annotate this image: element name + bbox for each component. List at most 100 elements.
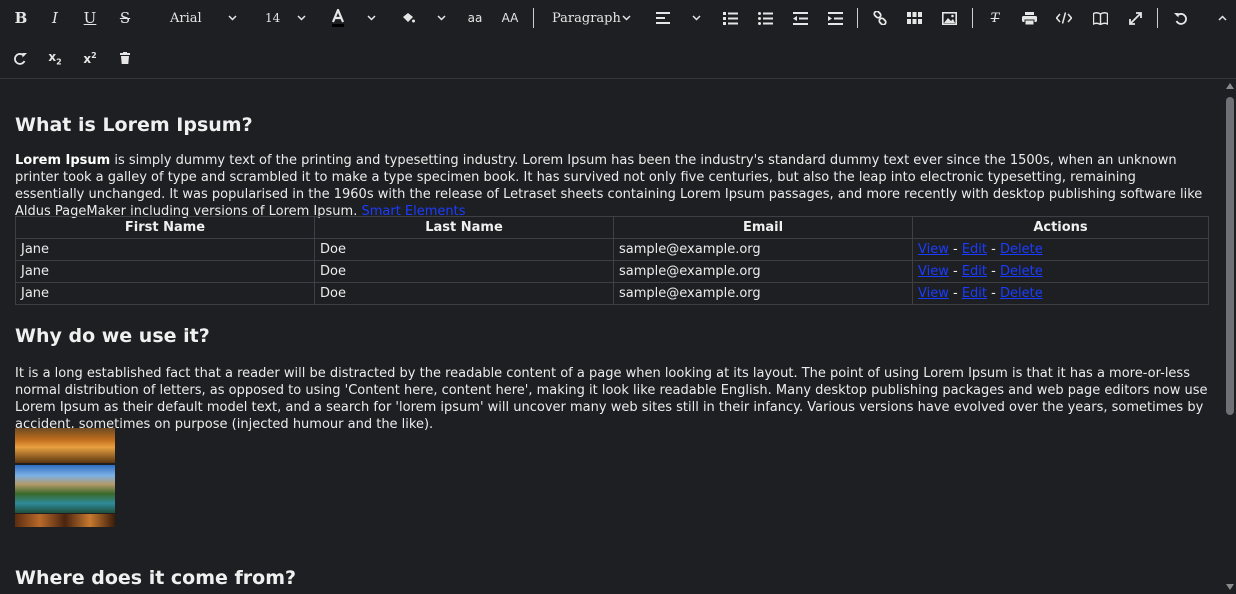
table-header-row: First Name Last Name Email Actions — [15, 216, 1209, 239]
cell-first-name: Jane — [15, 260, 315, 283]
bulleted-list-icon — [757, 11, 773, 25]
chevron-down-icon — [228, 15, 237, 21]
font-size-value: 14 — [265, 11, 281, 25]
chevron-down-icon — [367, 15, 376, 21]
bold-lorem-ipsum: Lorem Ipsum — [15, 153, 111, 168]
chevron-up-icon — [1217, 15, 1227, 21]
expand-icon — [1128, 11, 1142, 25]
table-icon — [906, 12, 922, 24]
view-link[interactable]: View — [918, 242, 949, 257]
lowercase-label: aa — [467, 11, 483, 25]
chevron-down-icon — [622, 15, 631, 21]
action-separator: - — [948, 264, 962, 279]
toolbar-divider — [857, 8, 858, 28]
uppercase-label: AA — [501, 11, 519, 25]
subscript-icon: x2 — [48, 49, 62, 67]
block-format-select[interactable]: Paragraph — [544, 6, 636, 30]
cell-email: sample@example.org — [613, 282, 913, 305]
scroll-down-arrow-icon[interactable] — [1226, 584, 1234, 590]
delete-link[interactable]: Delete — [1000, 286, 1043, 301]
cell-actions: View - Edit - Delete — [912, 282, 1209, 305]
block-format-value: Paragraph — [552, 10, 621, 26]
heading-why-use-it: Why do we use it? — [15, 325, 210, 347]
underline-button[interactable]: U — [81, 6, 99, 30]
font-family-value: Arial — [170, 10, 202, 26]
book-icon — [1092, 11, 1108, 25]
superscript-icon: x2 — [83, 50, 97, 66]
font-color-icon — [331, 9, 345, 27]
view-link[interactable]: View — [918, 286, 949, 301]
chevron-down-icon — [437, 15, 446, 21]
delete-link[interactable]: Delete — [1000, 264, 1043, 279]
vertical-scrollbar[interactable] — [1224, 79, 1236, 594]
edit-link[interactable]: Edit — [962, 264, 987, 279]
action-separator: - — [987, 242, 1000, 257]
toolbar-divider — [972, 8, 973, 28]
source-code-button[interactable] — [1056, 6, 1072, 30]
code-icon — [1056, 12, 1072, 24]
cell-last-name: Doe — [314, 282, 614, 305]
toolbar-row-1: B I U S Arial 14 aa AA Paragraph T — [0, 0, 1236, 36]
table-button[interactable] — [906, 6, 922, 30]
align-button[interactable] — [656, 6, 702, 30]
font-family-select[interactable]: Arial — [160, 6, 250, 30]
cell-first-name: Jane — [15, 238, 315, 261]
subscript-button[interactable]: x2 — [47, 46, 63, 70]
view-link[interactable]: View — [918, 264, 949, 279]
cell-email: sample@example.org — [613, 238, 913, 261]
edit-link[interactable]: Edit — [962, 242, 987, 257]
toolbar-divider — [1157, 8, 1158, 28]
collapse-toolbar-button[interactable] — [1215, 6, 1229, 30]
autumn-forest-image[interactable] — [15, 428, 115, 463]
column-header-email: Email — [613, 216, 913, 239]
strikethrough-button[interactable]: S — [116, 6, 134, 30]
print-button[interactable] — [1021, 6, 1037, 30]
paragraph-intro: Lorem Ipsum is simply dummy text of the … — [15, 152, 1209, 220]
bold-button[interactable]: B — [13, 6, 29, 30]
toolbar-row-2: x2 x2 — [0, 40, 1236, 76]
background-color-button[interactable] — [401, 6, 451, 30]
heading-where-from: Where does it come from? — [15, 567, 297, 589]
scroll-up-arrow-icon[interactable] — [1226, 83, 1234, 89]
bold-icon: B — [14, 9, 28, 27]
image-icon — [941, 11, 957, 25]
ordered-list-button[interactable] — [722, 6, 738, 30]
outdent-button[interactable] — [792, 6, 808, 30]
table-row: Jane Doe sample@example.org View - Edit … — [15, 238, 1209, 261]
table-row: Jane Doe sample@example.org View - Edit … — [15, 260, 1209, 283]
edit-link[interactable]: Edit — [962, 286, 987, 301]
ordered-list-icon — [722, 11, 738, 25]
editor-toolbar: B I U S Arial 14 aa AA Paragraph T x2 x2 — [0, 0, 1236, 79]
link-icon — [873, 11, 887, 25]
preview-button[interactable] — [1092, 6, 1108, 30]
uppercase-button[interactable]: AA — [497, 6, 523, 30]
superscript-button[interactable]: x2 — [82, 46, 98, 70]
action-separator: - — [987, 264, 1000, 279]
redo-button[interactable] — [12, 46, 28, 70]
underline-icon: U — [83, 9, 97, 27]
scrollbar-thumb[interactable] — [1226, 97, 1234, 415]
fullscreen-button[interactable] — [1127, 6, 1143, 30]
unordered-list-button[interactable] — [757, 6, 773, 30]
undo-button[interactable] — [1172, 6, 1188, 30]
erase-all-button[interactable] — [118, 46, 132, 70]
table-row: Jane Doe sample@example.org View - Edit … — [15, 282, 1209, 305]
cell-actions: View - Edit - Delete — [912, 238, 1209, 261]
font-size-select[interactable]: 14 — [262, 6, 310, 30]
indent-button[interactable] — [827, 6, 843, 30]
link-button[interactable] — [872, 6, 888, 30]
font-color-button[interactable] — [331, 6, 383, 30]
column-header-first-name: First Name — [15, 216, 315, 239]
action-separator: - — [948, 242, 962, 257]
delete-link[interactable]: Delete — [1000, 242, 1043, 257]
autumn-strip-image[interactable] — [15, 514, 115, 527]
lowercase-button[interactable]: aa — [466, 6, 484, 30]
italic-button[interactable]: I — [47, 6, 63, 30]
column-header-actions: Actions — [912, 216, 1209, 239]
users-table: First Name Last Name Email Actions Jane … — [15, 216, 1209, 305]
cell-email: sample@example.org — [613, 260, 913, 283]
clear-formatting-button[interactable]: T — [987, 6, 1003, 30]
chevron-down-icon — [692, 15, 701, 21]
mountain-lake-image[interactable] — [15, 465, 115, 513]
image-button[interactable] — [941, 6, 957, 30]
